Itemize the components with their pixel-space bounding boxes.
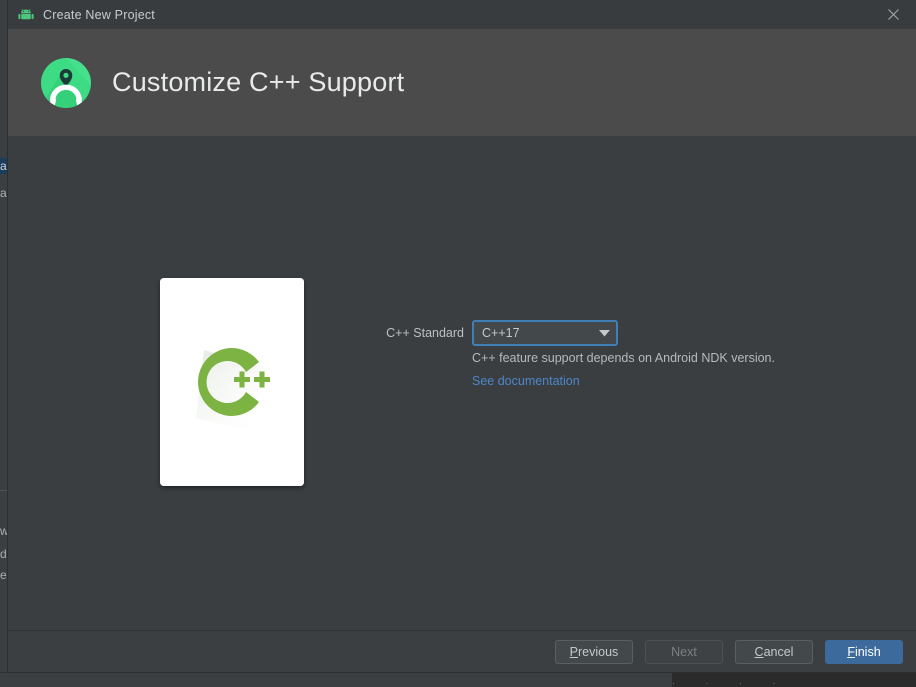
cpp-helper-text: C++ feature support depends on Android N… <box>472 351 775 365</box>
background-bottom-band <box>0 672 672 687</box>
cpp-standard-select[interactable]: C++17 <box>472 320 618 346</box>
finish-button-mnemonic: F <box>847 644 855 659</box>
chevron-down-icon <box>592 329 616 337</box>
dialog-title: Create New Project <box>43 7 155 22</box>
dialog-header: Customize C++ Support <box>8 29 916 136</box>
see-documentation-link[interactable]: See documentation <box>472 374 580 388</box>
android-studio-logo-icon <box>38 55 94 111</box>
cpp-standard-value: C++17 <box>482 326 520 340</box>
cancel-button[interactable]: Cancel <box>735 639 813 664</box>
android-icon <box>17 6 34 23</box>
previous-button-mnemonic: P <box>569 644 579 659</box>
background-bottom-dots: · · · · <box>672 678 790 686</box>
cpp-logo-card <box>160 278 304 486</box>
finish-button[interactable]: Finish <box>825 639 903 664</box>
close-icon[interactable] <box>870 0 916 29</box>
next-button: Next <box>645 639 723 664</box>
cpp-standard-label: C++ Standard <box>386 326 464 340</box>
cancel-button-mnemonic: C <box>754 644 764 659</box>
dialog-content: C++ Standard C++17 C++ feature support d… <box>8 136 916 630</box>
previous-button[interactable]: Previous <box>555 639 633 664</box>
cpp-standard-row: C++ Standard C++17 <box>8 320 916 346</box>
dialog-footer: Previous Next Cancel Finish <box>8 630 916 672</box>
dialog-titlebar: Create New Project <box>8 0 916 29</box>
finish-button-label: inish <box>854 644 881 659</box>
cancel-button-label: ancel <box>763 644 794 659</box>
page-title: Customize C++ Support <box>112 67 405 97</box>
create-new-project-dialog: Create New Project Customize C++ Support… <box>8 0 916 672</box>
previous-button-label: revious <box>578 644 619 659</box>
next-button-label: Next <box>671 644 697 659</box>
